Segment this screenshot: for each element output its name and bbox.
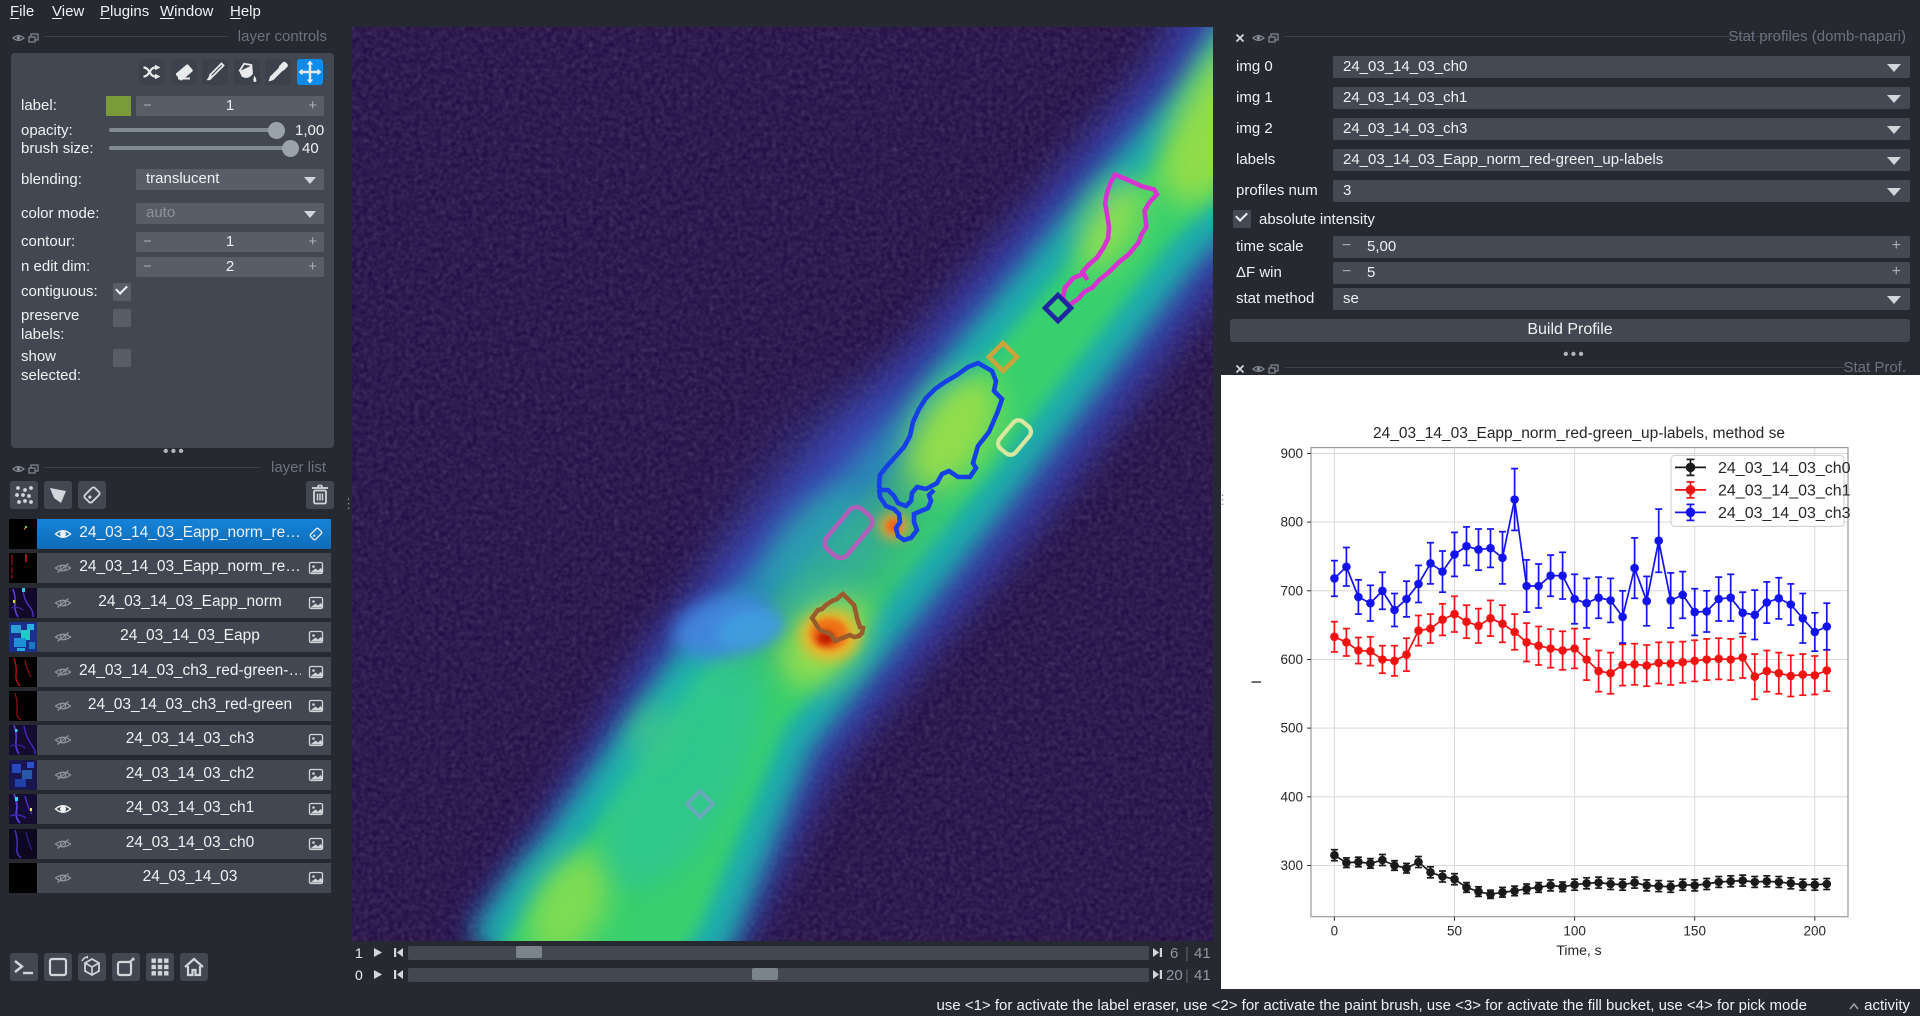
svg-text:400: 400 [1280,789,1303,804]
svg-text:50: 50 [1447,924,1462,939]
svg-text:24_03_14_03_ch0: 24_03_14_03_ch0 [1718,460,1851,477]
svg-text:800: 800 [1280,515,1303,530]
svg-text:300: 300 [1280,858,1303,873]
svg-text:700: 700 [1280,583,1303,598]
svg-text:Time, s: Time, s [1556,942,1601,958]
svg-text:I: I [1248,680,1264,684]
svg-text:900: 900 [1280,446,1303,461]
svg-text:24_03_14_03_ch3: 24_03_14_03_ch3 [1718,505,1851,522]
svg-text:24_03_14_03_ch1: 24_03_14_03_ch1 [1718,482,1851,499]
svg-text:24_03_14_03_Eapp_norm_red-gree: 24_03_14_03_Eapp_norm_red-green_up-label… [1373,425,1785,442]
svg-text:500: 500 [1280,721,1303,736]
svg-text:0: 0 [1331,924,1339,939]
svg-text:600: 600 [1280,652,1303,667]
svg-text:100: 100 [1563,924,1586,939]
svg-text:200: 200 [1804,924,1827,939]
svg-text:150: 150 [1683,924,1706,939]
